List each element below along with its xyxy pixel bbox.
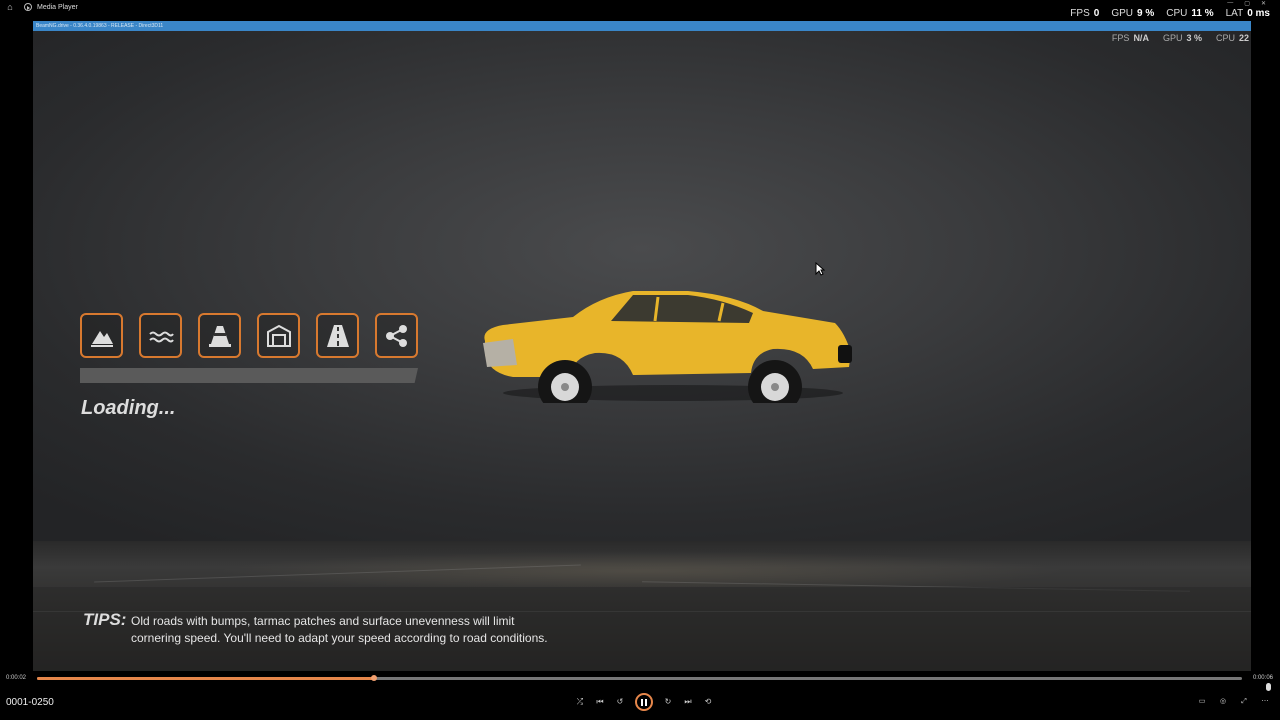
rewind-icon[interactable]: ↺ xyxy=(615,697,625,707)
build-label: BeamNG.drive - 0.36.4.0.19863 - RELEASE … xyxy=(36,23,164,29)
forward-icon[interactable]: ↻ xyxy=(663,697,673,707)
level-icons xyxy=(80,313,418,358)
seek-bar-fill xyxy=(37,677,375,680)
microphone-icon[interactable] xyxy=(1266,683,1271,691)
perf-cpu: CPU 11 % xyxy=(1166,8,1214,19)
shuffle-icon[interactable]: ⤮ xyxy=(575,697,585,707)
game-perf-cpu: CPU 22 xyxy=(1215,33,1249,43)
tips-text: Old roads with bumps, tarmac patches and… xyxy=(131,614,548,645)
current-time: 0:00:02 xyxy=(6,675,27,681)
seek-thumb[interactable] xyxy=(371,675,378,681)
game-perf-overlay: FPS N/A GPU 3 % CPU 22 xyxy=(1112,33,1249,43)
total-time: 0:00:06 xyxy=(1252,675,1273,681)
maximize-button[interactable]: ▢ xyxy=(1244,0,1250,7)
more-options-icon[interactable]: ⋯ xyxy=(1260,697,1270,707)
repeat-icon[interactable]: ⟲ xyxy=(703,697,713,707)
road-icon xyxy=(316,313,359,358)
water-icon xyxy=(139,313,182,358)
perf-overlay: FPS 0 GPU 9 % CPU 11 % LAT 0 ms xyxy=(1070,8,1270,19)
car-preview xyxy=(483,291,852,403)
garage-icon xyxy=(257,313,300,358)
fullscreen-icon[interactable]: ⤢ xyxy=(1239,697,1249,707)
loading-label: Loading... xyxy=(81,397,176,419)
seek-bar[interactable] xyxy=(37,675,1242,681)
window-controls: — ▢ ✕ xyxy=(1227,0,1266,7)
terrain-icon xyxy=(80,313,123,358)
network-icon xyxy=(375,313,418,358)
minimize-button[interactable]: — xyxy=(1227,0,1233,7)
game-perf-fps: FPS N/A xyxy=(1111,33,1149,43)
tips-label: TIPS: xyxy=(83,610,127,629)
cast-icon[interactable]: ◎ xyxy=(1218,697,1228,707)
window-title: Media Player xyxy=(37,3,78,11)
close-button[interactable]: ✕ xyxy=(1261,0,1266,7)
game-build-bar: BeamNG.drive - 0.36.4.0.19863 - RELEASE … xyxy=(33,21,1251,31)
playback-controls: ⤮ ⏮ ↺ ↻ ⏭ ⟲ xyxy=(575,693,713,711)
frame-counter: 0001-0250 xyxy=(6,697,54,708)
loading-progress-bar xyxy=(80,368,418,383)
home-icon[interactable]: ⌂ xyxy=(5,2,15,12)
traffic-cone-icon xyxy=(198,313,241,358)
game-perf-gpu: GPU 3 % xyxy=(1162,33,1202,43)
mouse-cursor-icon xyxy=(815,262,825,276)
perf-fps: FPS 0 xyxy=(1070,8,1100,19)
perf-gpu: GPU 9 % xyxy=(1111,8,1155,19)
next-icon[interactable]: ⏭ xyxy=(683,697,693,707)
perf-lat: LAT 0 ms xyxy=(1225,8,1270,19)
pause-button[interactable] xyxy=(635,693,653,711)
game-viewport[interactable]: BeamNG.drive - 0.36.4.0.19863 - RELEASE … xyxy=(33,21,1251,671)
miniplayer-icon[interactable]: ▭ xyxy=(1197,697,1207,707)
view-controls: ▭ ◎ ⤢ ⋯ xyxy=(1197,697,1270,707)
previous-icon[interactable]: ⏮ xyxy=(595,697,605,707)
media-player-icon xyxy=(24,3,32,11)
